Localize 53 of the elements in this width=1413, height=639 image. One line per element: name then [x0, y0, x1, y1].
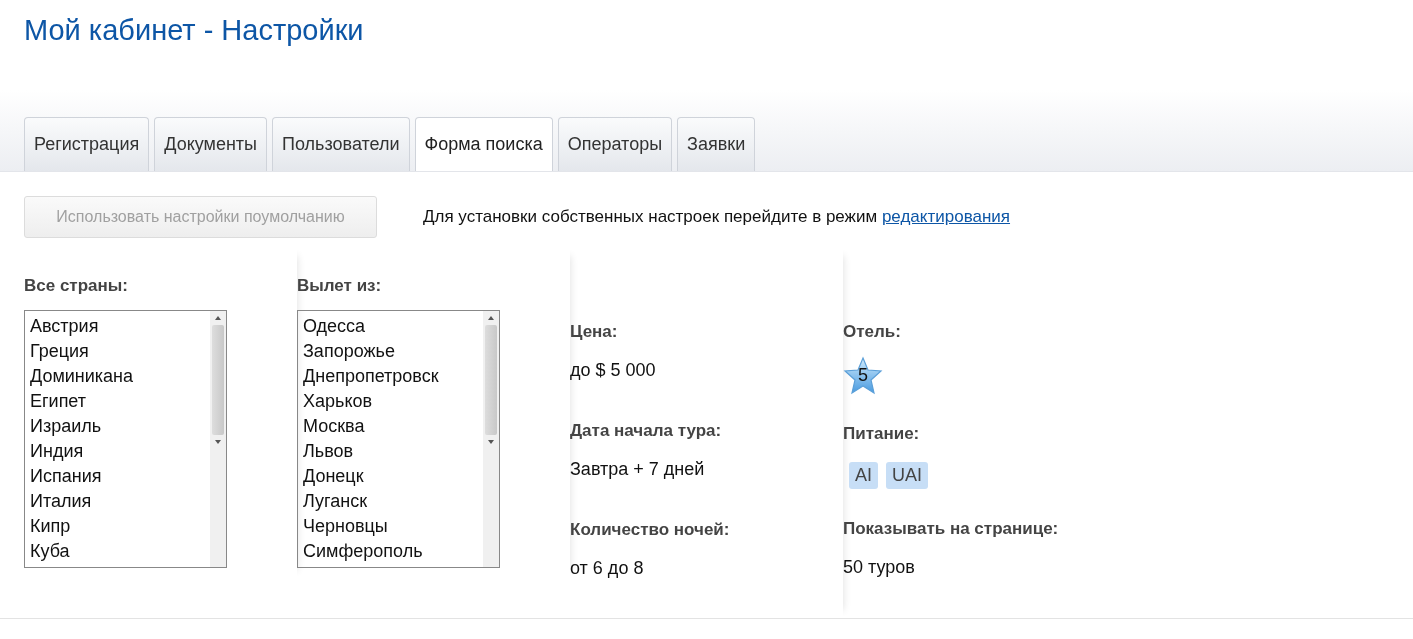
scroll-up-icon[interactable]: [487, 315, 495, 321]
list-option[interactable]: Египет: [30, 389, 205, 414]
page-title: Мой кабинет - Настройки: [23, 13, 365, 48]
list-option[interactable]: Луганск: [303, 489, 478, 514]
meal-tag: AI: [849, 462, 878, 489]
list-option[interactable]: Индия: [30, 439, 205, 464]
edit-mode-notice: Для установки собственных настроек перейдите в режим редактирования: [423, 207, 1011, 227]
list-option[interactable]: Днепропетровск: [303, 364, 478, 389]
list-option[interactable]: Доминикана: [30, 364, 205, 389]
tab[interactable]: Операторы: [557, 117, 673, 171]
tab[interactable]: Регистрация: [24, 117, 150, 171]
list-label: Вылет из:: [297, 276, 383, 296]
list-option[interactable]: Италия: [30, 489, 205, 514]
list-option[interactable]: Израиль: [30, 414, 205, 439]
scroll-down-icon[interactable]: [214, 439, 222, 445]
param-label: Количество ночей:: [570, 520, 731, 540]
tab[interactable]: Заявки: [677, 117, 756, 171]
param-label: Цена:: [570, 322, 619, 342]
tab[interactable]: Форма поиска: [414, 117, 553, 171]
list-option[interactable]: Харьков: [303, 389, 478, 414]
param-value: до $ 5 000: [570, 360, 657, 381]
list-option[interactable]: Испания: [30, 464, 205, 489]
list-option[interactable]: Симферополь: [303, 539, 478, 564]
list-option[interactable]: Запорожье: [303, 339, 478, 364]
param-value: Завтра + 7 дней: [570, 459, 706, 480]
hotel-label: Отель:: [843, 322, 902, 342]
list-option[interactable]: Москва: [303, 414, 478, 439]
list-box[interactable]: Одесса Запорожье Днепропетровск Харьков Москва Львов Донецк Луганск Черновцы Симферополь: [297, 310, 500, 568]
list-label: Все страны:: [24, 276, 129, 296]
tab[interactable]: Документы: [154, 117, 268, 171]
scroll-down-icon[interactable]: [487, 439, 495, 445]
list-option[interactable]: Одесса: [303, 314, 478, 339]
list-option[interactable]: Львов: [303, 439, 478, 464]
list-option[interactable]: Австрия: [30, 314, 205, 339]
hotel-category: 5: [858, 365, 868, 386]
scrollbar[interactable]: [210, 311, 226, 567]
star-icon: [843, 356, 883, 396]
list-option[interactable]: Греция: [30, 339, 205, 364]
list-option[interactable]: Черновцы: [303, 514, 478, 539]
list-box[interactable]: Австрия Греция Доминикана Египет Израиль Индия Испания Италия Кипр Куба: [24, 310, 227, 568]
per-page-value: 50 туров: [843, 557, 916, 578]
meals-label: Питание:: [843, 424, 921, 444]
list-option[interactable]: Куба: [30, 539, 205, 564]
per-page-label: Показывать на странице:: [843, 519, 1059, 539]
scroll-up-icon[interactable]: [214, 315, 222, 321]
param-value: от 6 до 8: [570, 558, 645, 579]
param-label: Дата начала тура:: [570, 421, 723, 441]
list-option[interactable]: Донецк: [303, 464, 478, 489]
scrollbar[interactable]: [483, 311, 499, 567]
edit-mode-link[interactable]: редактирования: [881, 207, 1011, 226]
tab[interactable]: Пользователи: [272, 117, 410, 171]
meal-tag: UAI: [886, 462, 929, 489]
list-option[interactable]: Кипр: [30, 514, 205, 539]
